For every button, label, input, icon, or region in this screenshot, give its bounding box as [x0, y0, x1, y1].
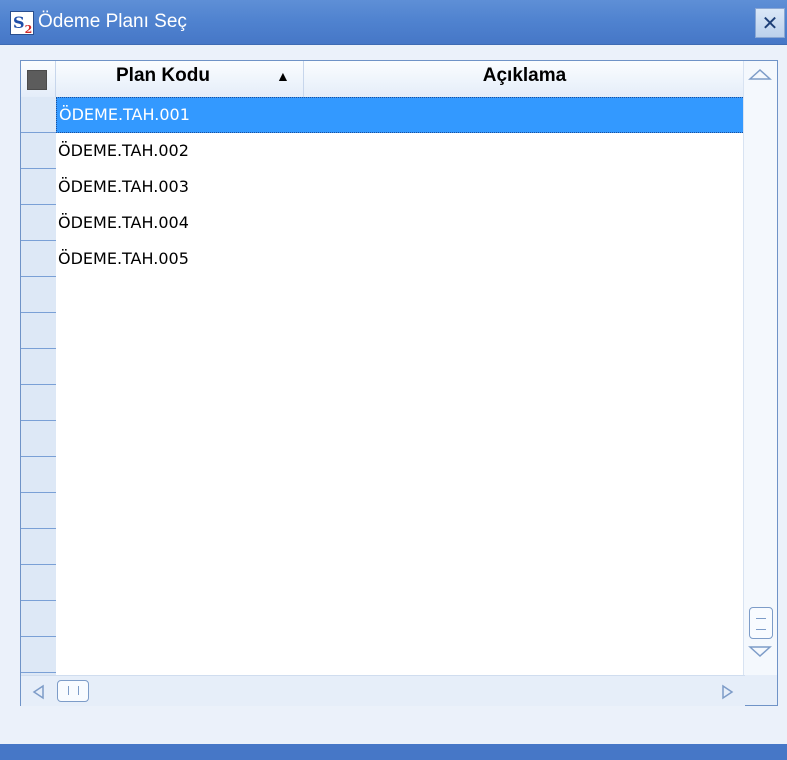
empty-row	[21, 565, 745, 601]
plan-code-cell[interactable]: ÖDEME.TAH.005	[56, 241, 745, 277]
grip-icon	[68, 686, 79, 695]
plan-code-cell[interactable]: ÖDEME.TAH.003	[56, 169, 745, 205]
close-button[interactable]: ✕	[755, 8, 785, 38]
row-indicator[interactable]	[21, 205, 56, 241]
empty-row	[21, 421, 745, 457]
grid-header: Plan Kodu ▲ Açıklama	[21, 61, 745, 98]
row-indicator[interactable]	[21, 349, 56, 385]
select-all-cell[interactable]	[21, 61, 56, 97]
empty-row	[21, 277, 745, 313]
empty-row	[21, 313, 745, 349]
close-icon: ✕	[761, 11, 779, 35]
plan-code-cell[interactable]: ÖDEME.TAH.001	[56, 97, 745, 133]
row-indicator[interactable]	[21, 457, 56, 493]
plan-code-cell[interactable]: ÖDEME.TAH.002	[56, 133, 745, 169]
row-indicator[interactable]	[21, 565, 56, 601]
row-indicator[interactable]	[21, 385, 56, 421]
column-header-description[interactable]: Açıklama	[304, 61, 745, 97]
scrollbar-corner	[745, 675, 777, 705]
horizontal-scroll-thumb[interactable]	[57, 680, 89, 702]
empty-row	[21, 385, 745, 421]
table-row[interactable]: ÖDEME.TAH.001	[21, 97, 745, 133]
app-logo-letter: S	[13, 13, 25, 32]
row-indicator[interactable]	[21, 493, 56, 529]
table-row[interactable]: ÖDEME.TAH.002	[21, 133, 745, 169]
table-row[interactable]: ÖDEME.TAH.003	[21, 169, 745, 205]
scroll-right-icon[interactable]	[721, 684, 735, 700]
payment-plan-dialog: S2 Ödeme Planı Seç ✕ Plan Kodu ▲ Açıklam…	[0, 0, 787, 760]
table-row[interactable]: ÖDEME.TAH.005	[21, 241, 745, 277]
plan-grid: Plan Kodu ▲ Açıklama ÖDEME.TAH.001 ÖDEME.…	[20, 60, 778, 706]
row-indicator[interactable]	[21, 601, 56, 637]
empty-row	[21, 349, 745, 385]
empty-row	[21, 637, 745, 675]
window-title: Ödeme Planı Seç	[38, 11, 187, 32]
sort-ascending-icon: ▲	[276, 68, 290, 84]
row-indicator[interactable]	[21, 421, 56, 457]
row-indicator[interactable]	[21, 529, 56, 565]
select-all-icon[interactable]	[27, 70, 47, 90]
app-logo-number: 2	[24, 23, 33, 37]
column-label-description: Açıklama	[482, 65, 567, 86]
row-indicator[interactable]	[21, 133, 56, 169]
dialog-bottom-border	[0, 744, 787, 760]
title-bar[interactable]: S2 Ödeme Planı Seç ✕	[0, 0, 787, 45]
app-logo-icon: S2	[10, 11, 34, 37]
row-indicator[interactable]	[21, 637, 56, 673]
row-indicator[interactable]	[21, 97, 56, 133]
column-header-plan-code[interactable]: Plan Kodu ▲	[56, 61, 304, 97]
scroll-left-icon[interactable]	[31, 684, 45, 700]
table-row[interactable]: ÖDEME.TAH.004	[21, 205, 745, 241]
empty-row	[21, 493, 745, 529]
scroll-up-icon[interactable]	[748, 67, 772, 81]
plan-code-cell[interactable]: ÖDEME.TAH.004	[56, 205, 745, 241]
grip-icon	[756, 618, 766, 630]
vertical-scroll-thumb[interactable]	[749, 607, 773, 639]
column-label-plan-code: Plan Kodu	[116, 65, 210, 86]
row-indicator[interactable]	[21, 241, 56, 277]
empty-row	[21, 529, 745, 565]
empty-row	[21, 457, 745, 493]
vertical-scrollbar[interactable]	[743, 61, 777, 675]
scroll-down-icon[interactable]	[748, 645, 772, 659]
horizontal-scrollbar[interactable]	[21, 675, 745, 706]
row-indicator[interactable]	[21, 313, 56, 349]
empty-row	[21, 601, 745, 637]
row-indicator[interactable]	[21, 277, 56, 313]
row-indicator[interactable]	[21, 169, 56, 205]
